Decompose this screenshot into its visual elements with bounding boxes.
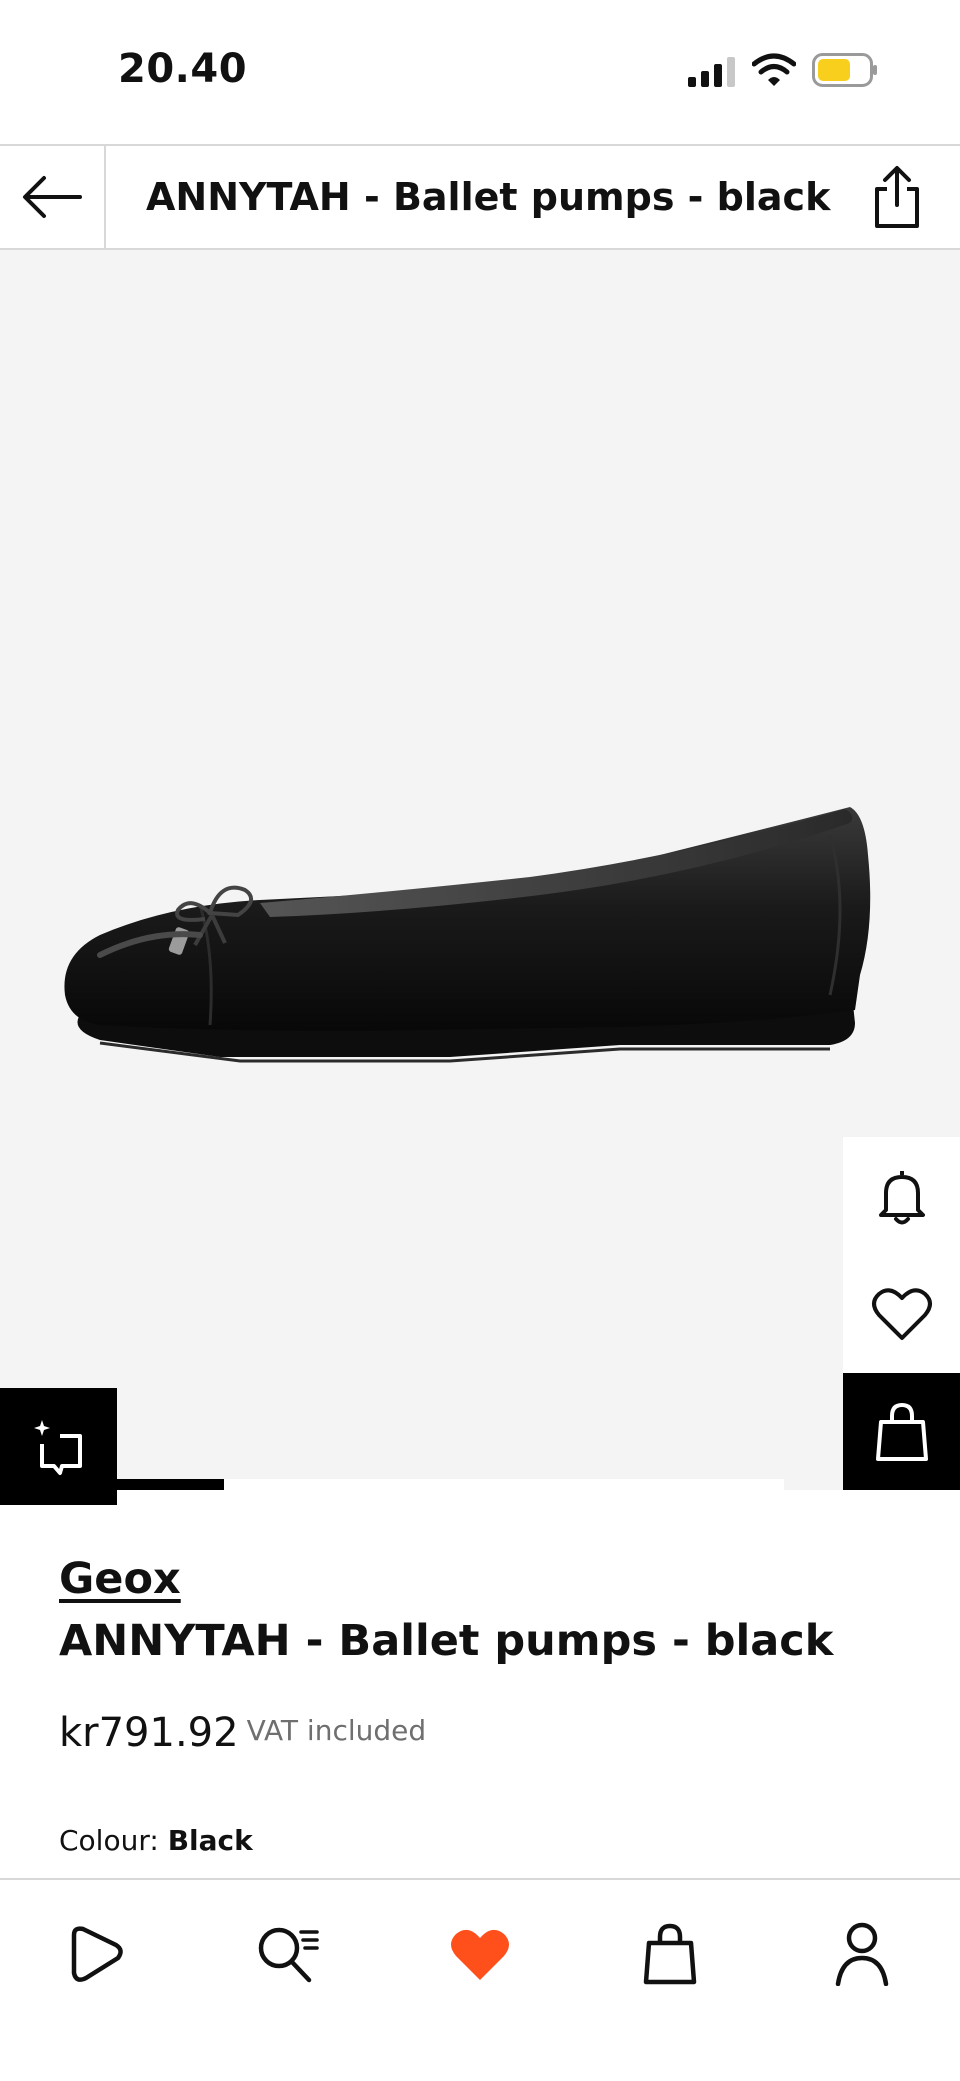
heart-icon <box>871 1288 932 1340</box>
status-bar: 20.40 <box>0 0 960 144</box>
product-image-gallery[interactable] <box>0 250 960 1505</box>
heart-filled-icon <box>451 1929 509 1980</box>
sparkle-crop-icon <box>33 1419 82 1475</box>
bag-icon <box>875 1402 928 1461</box>
product-name: ANNYTAH - Ballet pumps - black <box>59 1616 834 1666</box>
person-icon <box>835 1922 889 1986</box>
top-header: ANNYTAH - Ballet pumps - black <box>0 144 960 250</box>
nav-bag[interactable] <box>630 1914 710 1994</box>
back-button[interactable] <box>0 146 106 248</box>
notify-button[interactable] <box>843 1137 960 1255</box>
play-logo-icon <box>71 1926 123 1982</box>
battery-icon <box>812 53 877 87</box>
arrow-left-icon <box>23 176 82 218</box>
carousel-progress-fill <box>117 1479 224 1490</box>
nav-search[interactable] <box>248 1914 328 1994</box>
vat-note: VAT included <box>246 1714 427 1747</box>
search-list-icon <box>258 1927 319 1983</box>
nav-account[interactable] <box>822 1914 902 1994</box>
wishlist-button[interactable] <box>843 1255 960 1373</box>
add-to-bag-button[interactable] <box>843 1373 960 1490</box>
nav-wishlist[interactable] <box>440 1914 520 1994</box>
wifi-icon <box>752 53 796 86</box>
price-row: kr791.92 VAT included <box>59 1710 426 1756</box>
image-carousel-progress <box>117 1479 784 1490</box>
product-side-actions <box>843 1137 960 1490</box>
colour-selector[interactable]: Colour: Black <box>59 1824 253 1857</box>
nav-home[interactable] <box>56 1914 136 1994</box>
cellular-signal-icon <box>688 57 735 87</box>
colour-label: Colour: <box>59 1824 168 1857</box>
find-similar-button[interactable] <box>0 1388 117 1505</box>
colour-value: Black <box>167 1824 253 1857</box>
bottom-navigation <box>0 1878 960 2081</box>
share-icon <box>875 166 919 228</box>
status-time: 20.40 <box>118 46 248 92</box>
brand-link[interactable]: Geox <box>59 1554 181 1604</box>
bell-icon <box>878 1171 925 1225</box>
bag-icon <box>643 1923 697 1985</box>
share-button[interactable] <box>862 162 932 232</box>
price: kr791.92 <box>59 1710 239 1756</box>
page-title: ANNYTAH - Ballet pumps - black <box>146 175 831 219</box>
product-image <box>64 807 871 1063</box>
